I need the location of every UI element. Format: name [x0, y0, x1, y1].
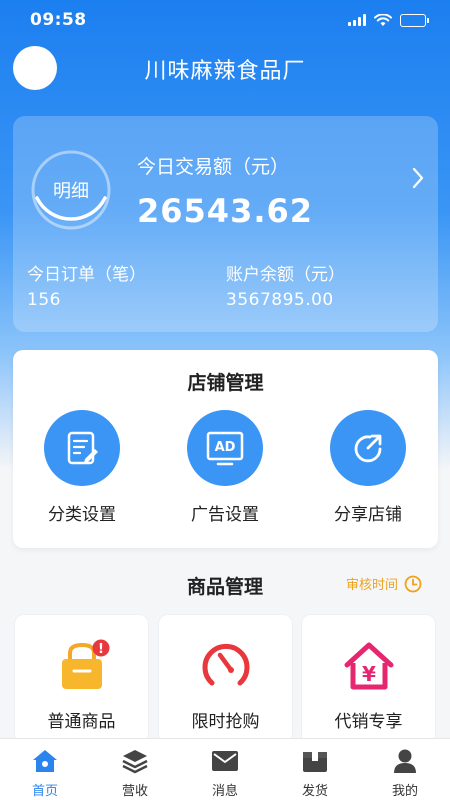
- ad-icon: AD: [187, 410, 263, 486]
- timer-icon: [159, 639, 292, 695]
- balance-value: 3567895.00: [226, 290, 334, 310]
- regular-products-label: 普通商品: [47, 712, 116, 732]
- category-settings-button[interactable]: 分类设置: [22, 410, 142, 530]
- share-store-label: 分享店铺: [334, 505, 402, 525]
- review-time-label: 审核时间: [345, 578, 398, 593]
- tab-home[interactable]: 首页: [0, 739, 90, 800]
- shop-name: 川味麻辣食品厂: [144, 59, 306, 84]
- stats-card: 明细 今日交易额（元） 26543.62 今日订单（笔） 156 账户余额（元）…: [13, 116, 438, 332]
- today-revenue-value: 26543.62: [137, 192, 314, 230]
- yen-symbol: ¥: [362, 662, 376, 686]
- basket-icon: !: [15, 639, 148, 695]
- tab-home-label: 首页: [31, 784, 58, 799]
- alert-badge: !: [98, 642, 104, 657]
- tab-bar: 首页 营收 消息 发货 我的: [0, 738, 450, 800]
- flash-sale-label: 限时抢购: [191, 712, 260, 732]
- today-revenue-label: 今日交易额（元）: [137, 156, 290, 178]
- mail-icon: [211, 747, 239, 775]
- chevron-right-icon[interactable]: [410, 166, 426, 190]
- consignment-card[interactable]: ¥ 代销专享: [301, 614, 436, 744]
- tab-revenue-label: 营收: [121, 784, 148, 799]
- review-time-link[interactable]: 审核时间: [346, 574, 422, 593]
- category-settings-label: 分类设置: [48, 505, 116, 525]
- wifi-icon: [374, 13, 392, 26]
- tab-revenue[interactable]: 营收: [90, 739, 180, 800]
- status-time: 09:58: [30, 10, 87, 30]
- tab-profile-label: 我的: [391, 784, 418, 799]
- detail-label: 明细: [53, 181, 89, 202]
- share-store-button[interactable]: 分享店铺: [308, 410, 428, 530]
- ad-settings-label: 广告设置: [191, 505, 259, 525]
- status-icons: [348, 13, 429, 27]
- detail-button[interactable]: 明细: [29, 148, 113, 232]
- list-edit-icon: [44, 410, 120, 486]
- layers-icon: [121, 747, 149, 775]
- flash-sale-card[interactable]: 限时抢购: [158, 614, 293, 744]
- signal-icon: [348, 14, 366, 26]
- store-management-card: 店铺管理 分类设置 AD 广告设置 分享店铺: [13, 350, 438, 548]
- tab-shipping[interactable]: 发货: [270, 739, 360, 800]
- home-icon: [31, 747, 59, 775]
- svg-text:AD: AD: [215, 440, 236, 455]
- battery-icon: [400, 13, 429, 27]
- status-bar: 09:58: [0, 0, 450, 40]
- header: 川味麻辣食品厂: [0, 44, 450, 94]
- ad-settings-button[interactable]: AD 广告设置: [165, 410, 285, 530]
- orders-value: 156: [27, 290, 61, 310]
- tab-messages-label: 消息: [211, 784, 238, 799]
- person-icon: [391, 747, 419, 775]
- store-management-title: 店铺管理: [187, 372, 264, 394]
- tab-shipping-label: 发货: [301, 784, 328, 799]
- clock-icon: [404, 575, 422, 592]
- balance-label: 账户余额（元）: [226, 265, 345, 285]
- share-icon: [330, 410, 406, 486]
- consignment-label: 代销专享: [334, 712, 403, 732]
- orders-label: 今日订单（笔）: [27, 265, 146, 285]
- tab-profile[interactable]: 我的: [360, 739, 450, 800]
- regular-products-card[interactable]: ! 普通商品: [14, 614, 149, 744]
- box-icon: [301, 747, 329, 775]
- tab-messages[interactable]: 消息: [180, 739, 270, 800]
- house-yen-icon: ¥: [302, 639, 435, 695]
